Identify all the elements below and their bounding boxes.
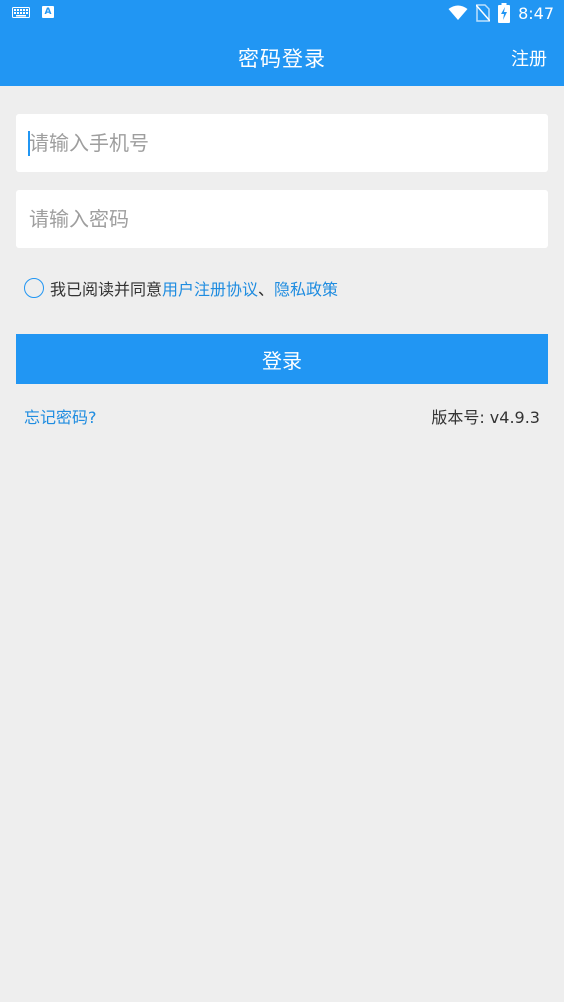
privacy-policy-link[interactable]: 隐私政策 <box>274 276 338 300</box>
phone-input[interactable] <box>16 114 548 172</box>
agreement-row: 我已阅读并同意 用户注册协议 、 隐私政策 <box>24 277 338 299</box>
status-time: 8:47 <box>518 3 554 23</box>
status-bar-right: 8:47 <box>448 3 554 23</box>
version-label: 版本号: v4.9.3 <box>431 408 540 427</box>
page-title: 密码登录 <box>238 47 326 71</box>
forgot-password-link[interactable]: 忘记密码? <box>24 404 97 428</box>
no-sim-icon <box>476 4 491 22</box>
battery-charging-icon <box>498 3 511 23</box>
login-button[interactable]: 登录 <box>16 334 548 384</box>
text-cursor <box>28 131 30 156</box>
wifi-icon <box>448 5 468 20</box>
agreement-prefix: 我已阅读并同意 <box>50 280 163 299</box>
agreement-separator: 、 <box>258 280 275 299</box>
status-bar-left: A <box>12 6 54 18</box>
agreement-checkbox[interactable] <box>24 278 44 298</box>
user-agreement-link[interactable]: 用户注册协议 <box>162 276 258 300</box>
app-bar: 密码登录 注册 <box>0 28 564 86</box>
password-input[interactable] <box>16 190 548 248</box>
status-bar: A 8:47 <box>0 0 564 28</box>
register-button[interactable]: 注册 <box>511 45 547 71</box>
keyboard-icon <box>12 6 30 18</box>
a-notification-icon: A <box>42 6 54 18</box>
